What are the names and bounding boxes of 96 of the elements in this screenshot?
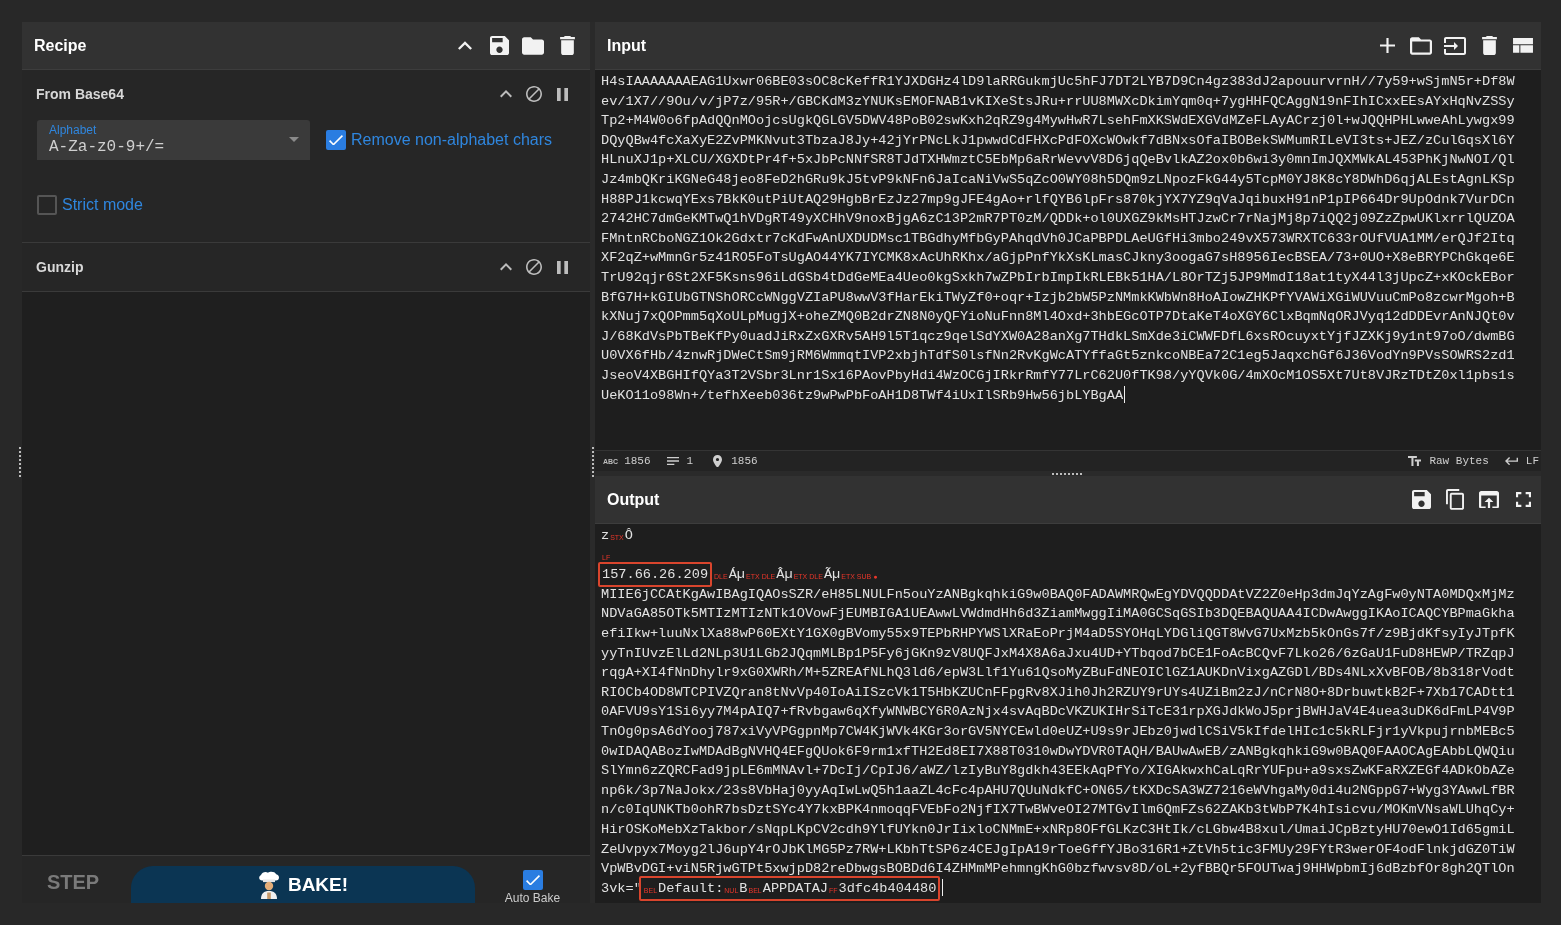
input-text-line: kXNuj7xQOPmm5qXoULpMugjX+oheZMQ0B2drZN8N0yQFYioNuFnn8Ml4Oxd+3hbEGcOTP7DtaKeT4oXGY6ClxBqmNqORJVyq12dDDEvrAnNJQt0v — [601, 309, 1515, 325]
input-text-line: H4sIAAAAAAAEAG1Uxwr06BE03sOC8cKeffR1YJXDGHz4lD9laRRGukmjUc5hFJ7DT2LYB7D9Cn4gz383dJ2apouurvrnH//7y59+wSjmN5r+Df8W — [601, 74, 1515, 89]
input-text-line: UeKO11o98Wn+/tefhXeeb036tz9wPwPbFoAH1D8TWf4iUxIlSRb9Hw56jbLYBgAA — [601, 387, 1124, 403]
drag-handle-icon[interactable] — [591, 446, 594, 479]
trash-icon[interactable] — [559, 36, 575, 55]
input-text-line: Jz4mbQKriKGNeG48jeo8FeD2hGRu9kJ5tvP9kNFn6JaIcaNiVwS5qZcO0WY08h5DQm9zLNpozFkG44y5TcpM0YJ8K8cY8DWhD6qjALEstAgnLKSp — [601, 171, 1515, 187]
input-text-line: DQyQBw4fcXaXyE2ZvPMKNvut3TbzaJ8Jy+42jYrPNcLkJ1pwwdCdFHXcPdFOXcWOwkf7dBNxsOfaIBOBekSWMumRILeVI3ts+JEZ/zCulGqsXl6Y — [601, 132, 1515, 148]
check-icon — [329, 134, 343, 146]
output-text: yyTnIUvzElLd2NLp3U1LGb2JQqmMLBp1P5Fy6jGKn9zV8UQFJxM4X8A6aJxu4UD+YTbqod7bCE1FoAcBCQvF7Lko26/6zGaU1FuD8HEWP/TRZqpJ — [601, 645, 1515, 661]
output-text: µ — [736, 567, 746, 583]
dropdown-field[interactable]: Alphabet A-Za-z0-9+/= — [37, 120, 310, 160]
copy-icon[interactable] — [1446, 489, 1464, 510]
output-text: z — [601, 528, 610, 543]
input-text-line: U0VX6fHb/4znwRjDWeCtSm9jRM6WmmqtIVP2xbjhTdfS0lsfNn2RvKgWcATYffaGt5znkcoNBEa72C1eg5JaqxchGf6J36VodYn9PVsSOWRS2zd1 — [601, 348, 1515, 364]
input-text-line: J/68KdVsPbTBeKfPy0uadJiRxZxGXRv5AH9l5T1qcz9qelSdYXW0A28anXg7THdkLSmXde3iCWWFDfL6xsROcuyxtYjfJZXKj9y1nt97oO/dwmBG — [601, 328, 1515, 344]
output-text: RIOCb4OD8WTCPIVZQran8tNvVp40IoAiISzcVk1T5HbKZUCnFFpgRv8XJih0Jh2RZUY9rUYs4UZiBm2zJ/nCrN8O+8DrbuwtkB2F+7Xb17CADtt1 — [601, 684, 1515, 700]
panel-title: Output — [607, 490, 660, 509]
line-ending-button[interactable]: LF — [1525, 455, 1539, 467]
operation-title: Gunzip — [36, 259, 84, 275]
save-icon[interactable] — [489, 36, 509, 55]
character-count: 1856 — [624, 455, 651, 467]
arrow-out-box-icon[interactable] — [1479, 490, 1499, 509]
output-text: np6k/3p7NaJokx/23s8VbHaj0yyAqIwLwQ5h1aaZL4cFc4pAHU7QUuNdkfC+ON65/tKXDcSA3WZ7216eWVhgaMy0di4u2NGppG7+Wyg3YAwwLfBR — [601, 782, 1515, 798]
output-text: Ã — [823, 567, 833, 583]
folder-icon[interactable] — [1410, 36, 1432, 55]
input-text-line: HLnuXJ1p+XLCU/XGXDtPr4f+5xJbPcNNfSR8TJdTXHWmztC5EbMp6aRrWevvV8D6jqQeBvlkAZ2ox0b6wi3y0mnImJQXMWkAL453PhKjNwNOI/Ql — [601, 152, 1515, 168]
checkbox[interactable] — [326, 130, 346, 150]
input-text-line: XF2qZ+wMmnGr5z41RO5FoTsUgAO44YK7IYCMK8xAcUhRKhx/aGjpPnfYkXsKLmasCJkny3oogaG7sH8956IecBSEA/73+0UO+X8eBRYPChGkqe6E — [601, 250, 1515, 266]
output-text: Default: — [658, 880, 724, 896]
cursor-position: 1856 — [731, 455, 758, 467]
plus-icon[interactable] — [1379, 38, 1395, 53]
input-text-line: FMntnRCboNGZ1Ok2Gdxtr7cKdFwAnUXDUDMsc1TBGdhyMfbGyPAhqdVh0JCaPBPDLAeUGfHi3mbo249vX573WRXTC633rOUfVUA1MM/erQJf2Itq — [601, 230, 1515, 246]
chevron-up-icon[interactable] — [500, 90, 512, 98]
input-text-line: Tp2+M4W0o6fpAdQQnMOojcsUgkQGLGV5DWV48PoB02swKxh2qRZ9g4MywHwR7LsehFmXKSWdEXGVdMZeFLAyACrzj0l+wJQQHPHLwweAhLywgx99 — [601, 113, 1515, 129]
block-icon[interactable] — [526, 259, 542, 275]
input-text-line: ev/1X7//9Ou/v/jP7z/95R+/GBCKdM3zYNUKsEMOFNAB1vKIXeStsJRu+rrUU8MWXcDkimYqm0q+7ygHHFQCAggN19nFIhICxxEEsAYxHqNvZSSy — [601, 93, 1515, 109]
output-text: HirOSKoMebXzTakbor/sNqpLKpCV2cdh9YlfUYkn0JrIixloCNMmE+xNRp8OFfGLKzC3HtIk/cLGbw4B8xul/UmaiJCpBztyHU70ewO1Id65gmiL — [601, 821, 1515, 837]
output-text: VpWBvDGI+viN5RjwGTPt5xwjpD82reDbwgsBOBDd6I4ZHMmMPehmngKhG0bzfwvsv8D/oL+2yfBBQr5FOUTwaj9HHWpbmIj6dBzbfOr8gh2QTlOn — [601, 861, 1515, 877]
output-text: 3vk=" — [601, 880, 642, 896]
output-text: efiIkw+luuNxlXa88wP60EXtY1GX0gBVomy55x9TEPbRHPYWSlXRaEoPrjM4aD5SYOHqLYDGliQGT8WvG7UxMzb5kOnGs7f/z9BjdKfsyIyJTpfK — [601, 625, 1515, 641]
check-icon — [525, 874, 540, 886]
chevron-up-icon[interactable] — [500, 263, 512, 271]
output-text: n/c0IqUNKTb0ohR7bsDztSYc4Y7kxBPK4nmoqqFVEbFo2NjfIX7TwBWveOI27MTGvIlm6QmFZs62ZAKb3tWbP7K4hIsicvu/MOKmVNsaWLUhqCy+ — [601, 802, 1515, 818]
input-text-line: TrU92qjr6St2XF5Ksns96iLdGSb4tDdGeMEa4Ueo0kgSxkh7wZPbIrbImpIkRLEBk51HA/L8OrTZj5JP9MmdI18at1tyX44l3jUpcZ+xKOckEBor — [601, 269, 1515, 285]
encoding-button[interactable]: Raw Bytes — [1429, 455, 1489, 467]
output-text: SlYmn6zZQRCFad9jpLE6mMNAvl+7DcIj/CpIJ6/aWZ/lzIyBuY8gdkh43EEkAqPfYo/XIGAkwxhCaLqRrYUFpu+a9sxsZwKFaRXZEGf4ADkObAZe — [601, 763, 1515, 779]
arrow-into-box-icon[interactable] — [1444, 36, 1466, 55]
output-text: Â — [776, 567, 785, 583]
drag-handle-icon[interactable] — [19, 446, 21, 479]
output-text: NDVaGA85OTk5MTIzMTIzNTk1OVowFjEUMBIGA1UEAwwLVWdmdHh6d3ZiamMwggIiMA0GCSqGSIb3DQEBAQUAA4ICDwAwggIKAoICAQCYBPmaGkha — [601, 606, 1515, 622]
panel-title: Input — [607, 36, 647, 55]
checkbox-label[interactable]: Auto Bake — [504, 892, 561, 903]
input-text-line: H88PJ1kcwqYExs7BkK0utPiUtAQ29HgbBrEzJz27mp9gJFE4gAo+rlfQYB6lpFrs870kjYX7YZ9qVaJqibuxH91nP1pIP664Dr9UpOdnk7VurDCn — [601, 191, 1515, 207]
lines-icon — [666, 457, 679, 465]
chef-icon — [257, 870, 280, 899]
output-text: ZeUvpyx7Moyg2lJ6upY4rOJbKlMG5Pz7RW+LKbhTtSP6z4CEJgIpA19rToeGffYJBo316R1+ZtVh5tic3FMUy29FYtR3werOF4odFlnkjdGZ0TiW — [601, 841, 1515, 857]
input-text-line: BfG7H+kGIUbGTNShORCcWNggVZIaPU8wwV3fHarEkiTWyZf0+oqr+Izjb2bW5PzNMmkKWbWn8HoAIowZHKPfYVAWiXGiWUVuuCmPo8zcwrMgoh+B — [601, 289, 1515, 305]
output-text: µ — [784, 567, 793, 583]
output-text: µ — [832, 567, 841, 583]
bake-button[interactable]: BAKE! — [131, 866, 475, 903]
return-arrow-icon[interactable] — [1504, 456, 1518, 466]
output-text: Á — [728, 567, 737, 583]
checkbox[interactable] — [37, 195, 57, 215]
location-pin-icon — [713, 454, 723, 468]
pause-icon[interactable] — [556, 87, 568, 101]
trash-icon[interactable] — [1481, 36, 1497, 55]
output-text: rqgA+XI4fNnDhylr9xG0XWRh/M+5ZREAfNLhQ3ld6/epW3Llf1Yu61QsoMyZBuFdNEOIClGZ1AUKDnVixgAZGDl/BDs4NLxXvBFOB/8b318rVodt — [601, 665, 1515, 681]
output-text: APPDATAJ — [762, 880, 828, 896]
output-text: 0AFVU9sY1Si6yy7M4pAIQ7+fRvbgaw6qXfyWNWBCY6R0AzNjx4svAqBDcVKZUKIHrSiTcE31rpXGJdkWoJ5prjBWHJaV4E4uea3uDK6dFmLP4V9P — [601, 704, 1515, 720]
checkbox-label[interactable]: Remove non-alphabet chars — [351, 131, 552, 149]
block-icon[interactable] — [526, 86, 542, 102]
pause-icon[interactable] — [556, 260, 568, 274]
text-format-icon[interactable] — [1408, 455, 1422, 467]
fullscreen-icon[interactable] — [1515, 492, 1531, 507]
output-text: 0wIDAQABozIwMDAdBgNVHQ4EFgQUok6F9rm1xfTH2Ed8EI7X88T0310wDwYDVR0TAQH/BAUwAwEB/zANBgkqhkiG9w0BAQ0FAAOCAgEAbbLQWQiu — [601, 743, 1515, 759]
output-text: B — [739, 880, 748, 896]
chevron-up-icon[interactable] — [458, 41, 472, 50]
output-text: MIIE6jCCAtKgAwIBAgIQAOsSZR/eH85LNULFn5ouYzANBgkqhkiG9w0BAQ0FADAWMRQwEgYDVQQDDAtVZ2Z0eHp3dmJqYzAgFw0yNTA0MDQxMjMz — [601, 586, 1515, 602]
checkbox-label[interactable]: Strict mode — [62, 196, 143, 214]
panel-title: Recipe — [34, 36, 87, 55]
line-count: 1 — [686, 455, 694, 467]
operation-title: From Base64 — [36, 86, 124, 102]
input-text-area[interactable] — [595, 70, 1541, 450]
folder-icon[interactable] — [522, 36, 544, 55]
save-icon[interactable] — [1411, 490, 1431, 509]
layout-icon[interactable] — [1513, 38, 1533, 53]
input-text-line: 2742HC7dmGeKMTwQ1hVDgRT49yXCHhV9noxBjgA6zC13P2mR7PT0zM/QDDk+ol0UXGZ9kMsHTJzwCr7rNajMj8p7iQQ2j09ZzZpwUKlxrrlQUZOA — [601, 211, 1515, 227]
output-text: 3dfc4b404480 — [838, 880, 937, 896]
caret-icon — [289, 137, 299, 142]
output-text: Ô — [624, 528, 633, 543]
output-text: 157.66.26.209 — [602, 567, 709, 583]
output-text: TnOg0psA6dYooj787xiVyVPGgpnMp7CW4KjWVk4KGr3orGV5NYCEwld0eUZ+U9s9rJEbz0jwdlCSiV5kIfdelHIc1c5kRLFjr1yVkpujrnbMEBc5 — [601, 723, 1515, 739]
checkbox[interactable] — [522, 870, 543, 890]
drag-handle-icon[interactable] — [1052, 472, 1084, 475]
input-text-line: JseoV4XBGHIfQYa3T2VSbr3Lnr1Sx16PAovPbyHdi4WzOCGjIRkrRmfY77LrC62U0fTK98/yYQVk0G/4mXOcM1OS5Xt7Ut8VJRzTDtZ0xl1pbs1s — [601, 367, 1515, 383]
step-button[interactable]: STEP — [22, 856, 124, 903]
